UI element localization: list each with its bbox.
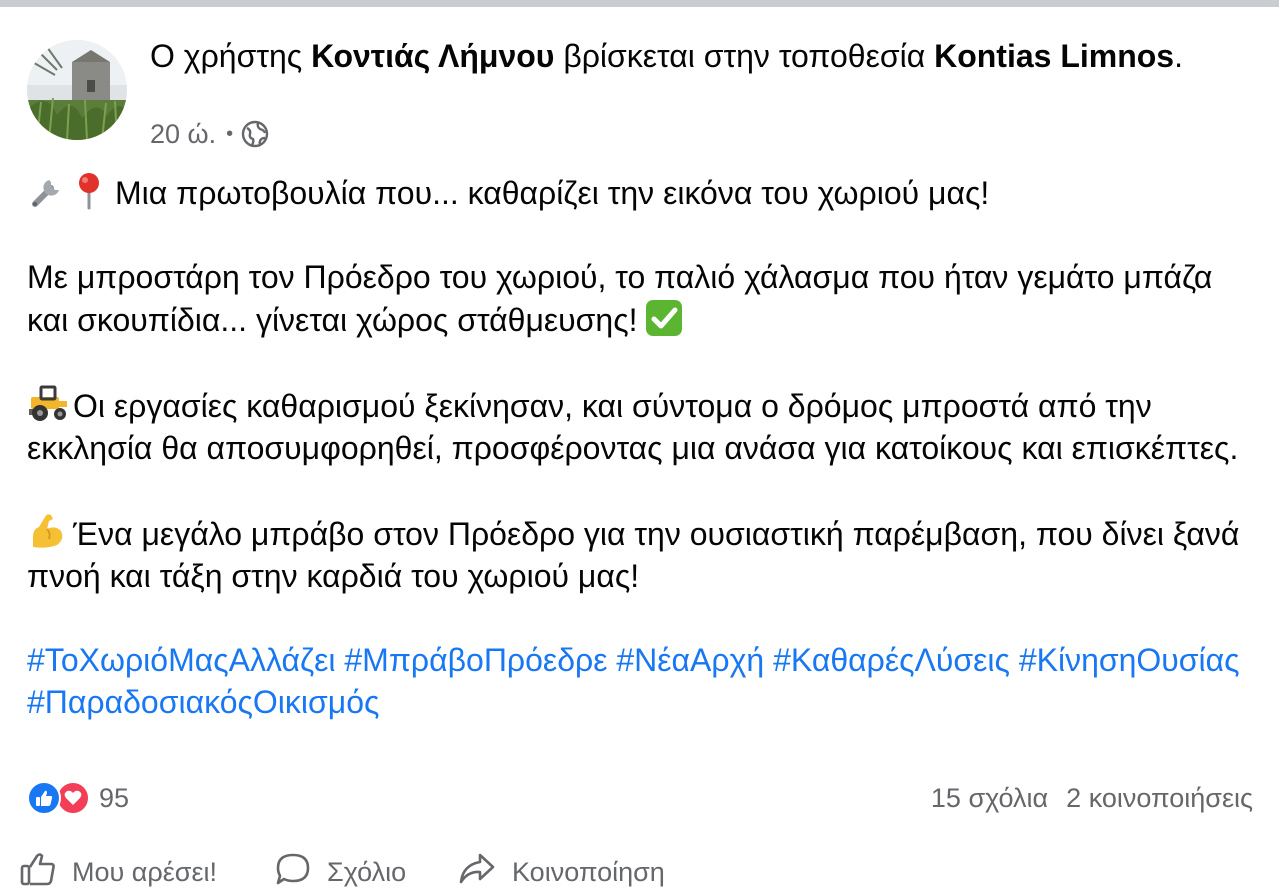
love-reaction-icon xyxy=(56,781,90,815)
reaction-icons xyxy=(27,781,91,815)
paragraph-4-text: Ένα μεγάλο μπράβο στον Πρόεδρο για την ο… xyxy=(27,516,1240,594)
post-card: Ο χρήστης Κοντιάς Λήμνου βρίσκεται στην … xyxy=(0,7,1279,887)
paragraph-4: Ένα μεγάλο μπράβο στον Πρόεδρο για την ο… xyxy=(27,511,1257,597)
paragraph-2-text: Με μπροστάρη τον Πρόεδρο του χωριού, το … xyxy=(27,259,1213,338)
post-header: Ο χρήστης Κοντιάς Λήμνου βρίσκεται στην … xyxy=(150,35,1250,78)
comment-icon xyxy=(275,852,327,893)
paragraph-1: Μια πρωτοβουλία που... καθαρίζει την εικ… xyxy=(27,170,1257,214)
hashtag[interactable]: #ΝέαΑρχή xyxy=(616,642,764,678)
like-button-label: Μου αρέσει! xyxy=(72,857,217,887)
share-icon xyxy=(458,852,512,893)
action-bar: Μου αρέσει! Σχόλιο Κοινοποίηση xyxy=(0,852,1279,892)
share-button[interactable]: Κοινοποίηση xyxy=(458,852,665,893)
comment-button[interactable]: Σχόλιο xyxy=(275,852,406,893)
hashtag[interactable]: #ΠαραδοσιακόςΟικισμός xyxy=(27,684,379,720)
like-reaction-icon xyxy=(27,781,61,815)
check-mark-icon xyxy=(644,298,684,338)
post-body: Μια πρωτοβουλία που... καθαρίζει την εικ… xyxy=(27,170,1257,723)
share-button-label: Κοινοποίηση xyxy=(512,857,665,887)
engagement-counts: 15 σχόλια 2 κοινοποιήσεις xyxy=(931,780,1253,816)
post-time[interactable]: 20 ώ. xyxy=(150,119,216,150)
avatar[interactable] xyxy=(27,40,127,140)
tractor-icon xyxy=(27,383,67,423)
header-middle: βρίσκεται στην τοποθεσία xyxy=(554,38,935,74)
like-button[interactable]: Μου αρέσει! xyxy=(20,852,217,893)
top-divider xyxy=(0,0,1279,7)
meta-separator: • xyxy=(226,122,234,145)
post-meta: 20 ώ. • xyxy=(150,116,269,152)
header-prefix: Ο χρήστης xyxy=(150,38,312,74)
paragraph-2: Με μπροστάρη τον Πρόεδρο του χωριού, το … xyxy=(27,256,1257,341)
globe-icon[interactable] xyxy=(241,120,269,148)
hashtag[interactable]: #ΜπράβοΠρόεδρε xyxy=(344,642,607,678)
pin-icon xyxy=(69,170,109,210)
paragraph-3-text: Οι εργασίες καθαρισμού ξεκίνησαν, και σύ… xyxy=(27,388,1239,466)
shares-count[interactable]: 2 κοινοποιήσεις xyxy=(1066,783,1253,814)
hashtag[interactable]: #ΚίνησηΟυσίας xyxy=(1019,642,1240,678)
thumbs-up-icon xyxy=(20,852,72,893)
author-name[interactable]: Κοντιάς Λήμνου xyxy=(311,38,554,74)
hashtag-list: #ΤοΧωριόΜαςΑλλάζει #ΜπράβοΠρόεδρε #ΝέαΑρ… xyxy=(27,639,1257,723)
hashtag[interactable]: #ΤοΧωριόΜαςΑλλάζει xyxy=(27,642,335,678)
reaction-count: 95 xyxy=(99,782,130,813)
location-name[interactable]: Kontias Limnos xyxy=(934,38,1174,74)
paragraph-3: Οι εργασίες καθαρισμού ξεκίνησαν, και σύ… xyxy=(27,383,1257,469)
flexed-biceps-icon xyxy=(27,511,67,551)
comments-count[interactable]: 15 σχόλια xyxy=(931,783,1048,814)
paragraph-1-text: Μια πρωτοβουλία που... καθαρίζει την εικ… xyxy=(115,175,990,211)
header-suffix: . xyxy=(1174,38,1183,74)
comment-button-label: Σχόλιο xyxy=(327,857,407,887)
wrench-icon xyxy=(27,170,67,210)
reactions-summary[interactable]: 95 xyxy=(27,780,129,816)
hashtag[interactable]: #ΚαθαρέςΛύσεις xyxy=(773,642,1010,678)
